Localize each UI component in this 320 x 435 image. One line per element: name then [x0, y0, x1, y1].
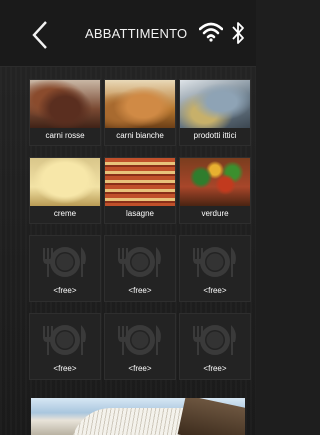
recipe-tile-lasagne[interactable]: lasagne: [104, 157, 176, 224]
top-bar: ABBATTIMENTO: [0, 0, 256, 67]
recipe-label: <free>: [53, 364, 77, 373]
plate-cutlery-icon: [193, 247, 236, 277]
recipe-tile-prodotti-ittici[interactable]: prodotti ittici: [179, 79, 251, 146]
roast-chicken-image: [105, 80, 175, 128]
recipe-label: <free>: [128, 364, 152, 373]
page-title: ABBATTIMENTO: [85, 26, 188, 41]
recipe-label: <free>: [53, 286, 77, 295]
free-slot-tile[interactable]: <free>: [29, 313, 101, 380]
fish-image: [180, 80, 250, 128]
recipe-label: <free>: [128, 286, 152, 295]
free-slot-tile[interactable]: <free>: [179, 313, 251, 380]
book-cover-image: [177, 398, 245, 435]
plate-cutlery-icon: [193, 325, 236, 355]
bluetooth-icon: [232, 22, 244, 44]
plate-cutlery-icon: [43, 247, 86, 277]
recipe-label: carni rosse: [45, 131, 85, 140]
plate-cutlery-icon: [118, 325, 161, 355]
free-slot-tile[interactable]: <free>: [104, 235, 176, 302]
plate-cutlery-icon: [43, 325, 86, 355]
recipe-book-banner[interactable]: [31, 398, 245, 435]
recipe-label: prodotti ittici: [193, 131, 237, 140]
red-meat-image: [30, 80, 100, 128]
free-slot-tile[interactable]: <free>: [29, 235, 101, 302]
recipe-tile-creme[interactable]: creme: [29, 157, 101, 224]
recipe-tile-verdure[interactable]: verdure: [179, 157, 251, 224]
cream-image: [30, 158, 100, 206]
free-slot-tile[interactable]: <free>: [179, 235, 251, 302]
back-button[interactable]: [30, 20, 50, 50]
recipe-tile-carni-rosse[interactable]: carni rosse: [29, 79, 101, 146]
recipe-label: <free>: [203, 286, 227, 295]
recipe-label: carni bianche: [116, 131, 164, 140]
recipe-label: creme: [53, 209, 77, 218]
recipe-label: lasagne: [125, 209, 155, 218]
free-slot-tile[interactable]: <free>: [104, 313, 176, 380]
recipe-label: <free>: [203, 364, 227, 373]
plate-cutlery-icon: [118, 247, 161, 277]
recipe-label: verdure: [201, 209, 229, 218]
recipe-tile-carni-bianche[interactable]: carni bianche: [104, 79, 176, 146]
lasagna-image: [105, 158, 175, 206]
wifi-icon: [199, 22, 223, 42]
vegetables-image: [180, 158, 250, 206]
